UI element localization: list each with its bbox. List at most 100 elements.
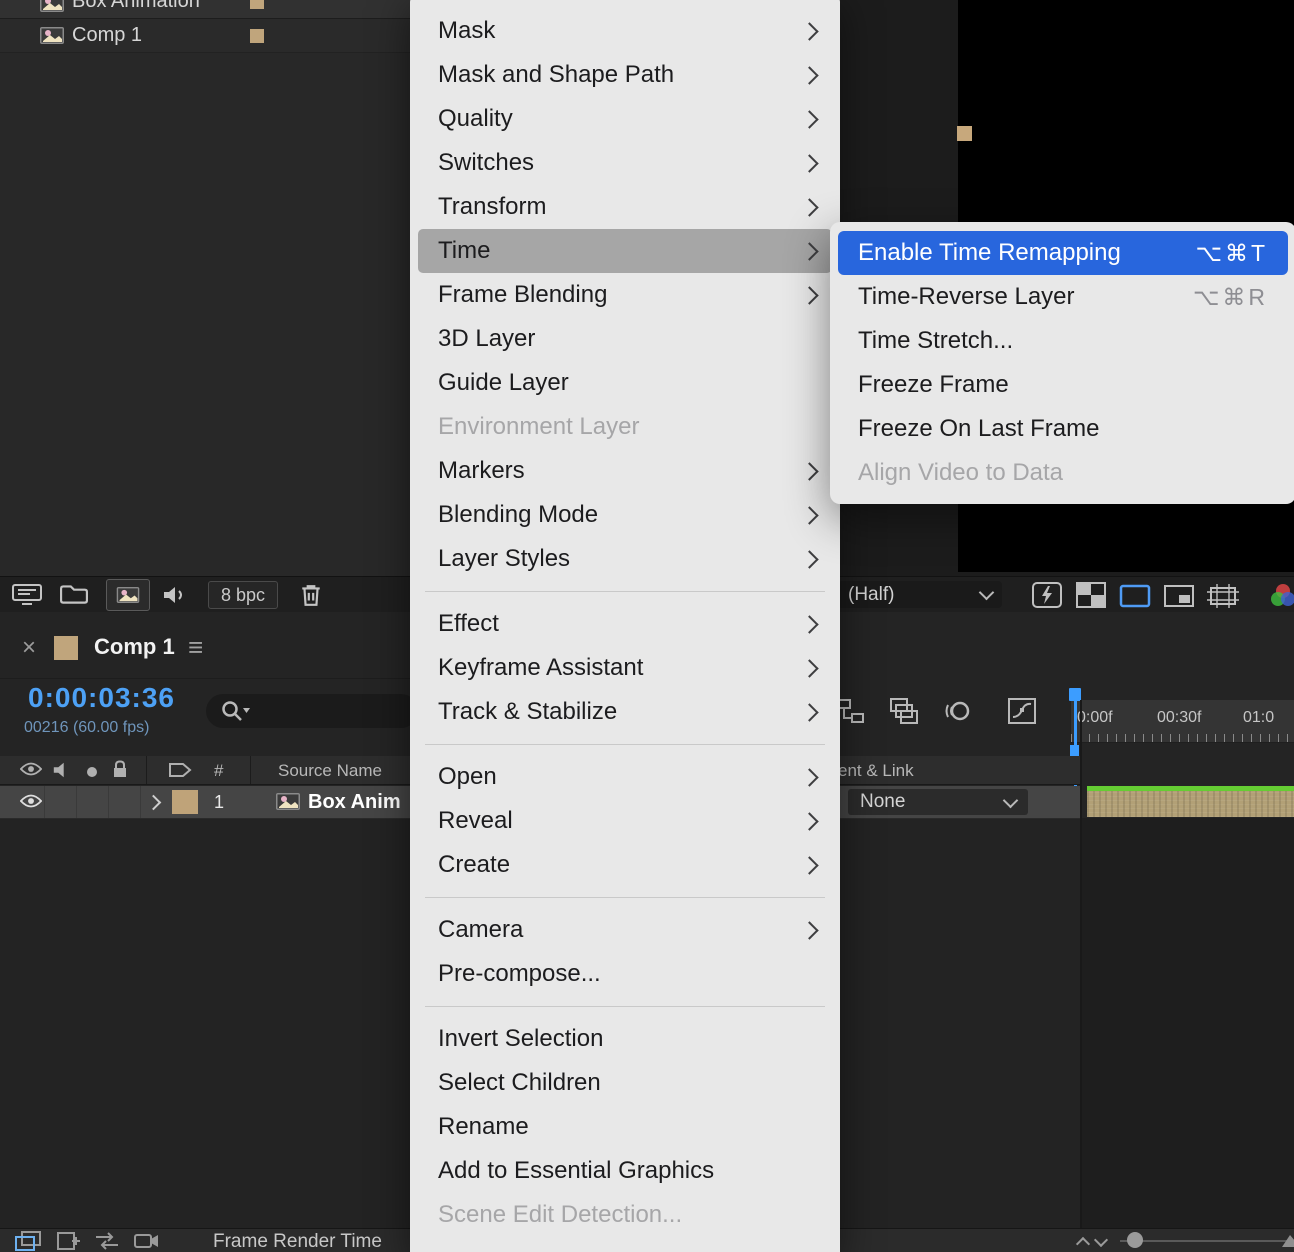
menu-item-switches[interactable]: Switches — [418, 141, 832, 185]
number-column-header[interactable]: # — [214, 761, 223, 781]
chevron-down-icon[interactable] — [1093, 1232, 1109, 1248]
label-color-swatch[interactable] — [250, 28, 264, 43]
menu-item-mask-and-shape-path[interactable]: Mask and Shape Path — [418, 53, 832, 97]
chevron-up-icon[interactable] — [1075, 1236, 1091, 1252]
close-tab-icon[interactable]: × — [22, 634, 36, 662]
submenu-chevron-icon — [800, 21, 819, 41]
fast-previews-icon[interactable] — [1032, 582, 1062, 613]
track-empty-area — [1082, 818, 1294, 1228]
label-color-swatch[interactable] — [250, 0, 264, 9]
trash-icon[interactable] — [300, 583, 322, 612]
speaker-icon[interactable] — [162, 586, 188, 609]
source-name-column-header[interactable]: Source Name — [278, 761, 382, 781]
menu-item-add-to-essential-graphics[interactable]: Add to Essential Graphics — [418, 1149, 832, 1193]
menu-item-effect[interactable]: Effect — [418, 602, 832, 646]
ruler-tick-label: 0:00f — [1077, 709, 1113, 726]
ruler-tick-label: 00:30f — [1157, 709, 1202, 726]
menu-separator — [425, 897, 825, 898]
zoom-slider-track[interactable] — [1120, 1240, 1294, 1242]
zoom-slider-knob[interactable] — [1127, 1232, 1143, 1248]
menu-item-create[interactable]: Create — [418, 843, 832, 887]
menu-item-time[interactable]: Time — [418, 229, 832, 273]
submenu-chevron-icon — [800, 549, 819, 569]
region-of-interest-icon[interactable] — [1119, 584, 1151, 613]
menu-item-blending-mode[interactable]: Blending Mode — [418, 493, 832, 537]
solo-column-icon[interactable] — [86, 765, 98, 783]
frame-render-time-label[interactable]: Frame Render Time — [213, 1231, 382, 1252]
layer-label-swatch[interactable] — [172, 790, 198, 814]
shortcut-label: ⌥⌘T — [1195, 239, 1268, 266]
menu-item-mask[interactable]: Mask — [418, 9, 832, 53]
menu-item-quality[interactable]: Quality — [418, 97, 832, 141]
safe-margins-icon[interactable] — [1207, 584, 1239, 613]
chevron-down-icon — [978, 584, 995, 601]
resolution-dropdown[interactable]: (Half) — [838, 581, 1002, 608]
menu-item-rename[interactable]: Rename — [418, 1105, 832, 1149]
menu-item-invert-selection[interactable]: Invert Selection — [418, 1017, 832, 1061]
motion-blur-icon[interactable] — [943, 698, 971, 729]
frame-rate-info: 00216 (60.00 fps) — [24, 719, 150, 736]
composition-icon — [40, 27, 64, 49]
menu-item-reveal[interactable]: Reveal — [418, 799, 832, 843]
menu-separator — [425, 1006, 825, 1007]
submenu-item-freeze-on-last-frame[interactable]: Freeze On Last Frame — [838, 407, 1288, 451]
submenu-item-enable-time-remapping[interactable]: Enable Time Remapping ⌥⌘T — [838, 231, 1288, 275]
submenu-item-time-reverse-layer[interactable]: Time-Reverse Layer ⌥⌘R — [838, 275, 1288, 319]
menu-item-open[interactable]: Open — [418, 755, 832, 799]
menu-item-markers[interactable]: Markers — [418, 449, 832, 493]
new-composition-button[interactable] — [106, 579, 150, 611]
current-time-display[interactable]: 0:00:03:36 — [28, 682, 175, 714]
project-flowchart-icon[interactable] — [12, 584, 42, 611]
after-effects-window: Box Animation Comp 1 8 bpc (Half) × Comp… — [0, 0, 1294, 1252]
panel-menu-icon[interactable]: ≡ — [188, 632, 203, 663]
menu-separator — [425, 591, 825, 592]
menu-item-select-children[interactable]: Select Children — [418, 1061, 832, 1105]
frame-blending-icon[interactable] — [890, 698, 918, 729]
menu-item-frame-blending[interactable]: Frame Blending — [418, 273, 832, 317]
timeline-search-input[interactable] — [206, 694, 418, 728]
eye-column-icon[interactable] — [19, 761, 43, 782]
menu-item-camera[interactable]: Camera — [418, 908, 832, 952]
comp-layer-square[interactable] — [957, 126, 972, 141]
layer-name[interactable]: Box Anim — [308, 791, 401, 814]
layer-expand-chevron-icon[interactable] — [145, 794, 162, 811]
time-ruler[interactable]: 0:00f 00:30f 01:0 — [1070, 700, 1294, 743]
ruler-tick-label: 01:0 — [1243, 709, 1275, 726]
menu-item-scene-edit-detection: Scene Edit Detection... — [438, 1201, 683, 1228]
layer-visibility-eye-icon[interactable] — [19, 793, 43, 814]
comp-flowchart-icon[interactable] — [838, 698, 864, 729]
layer-duration-bar[interactable] — [1087, 791, 1294, 817]
menu-item-pre-compose[interactable]: Pre-compose... — [418, 952, 832, 996]
search-icon — [222, 701, 250, 721]
toggle-switches-icon[interactable] — [56, 1231, 82, 1252]
menu-item-transform[interactable]: Transform — [418, 185, 832, 229]
menu-item-track-stabilize[interactable]: Track & Stabilize — [418, 690, 832, 734]
zoom-in-mountains-icon[interactable] — [1282, 1231, 1294, 1252]
panel-divider[interactable] — [1080, 700, 1082, 1228]
toggle-transfer-controls-icon[interactable] — [14, 1231, 42, 1252]
menu-item-guide-layer[interactable]: Guide Layer — [418, 361, 832, 405]
menu-item-3d-layer[interactable]: 3D Layer — [418, 317, 832, 361]
color-depth-button[interactable]: 8 bpc — [208, 581, 279, 609]
lock-column-icon[interactable] — [112, 760, 128, 784]
render-camera-icon[interactable] — [134, 1231, 160, 1252]
graph-editor-icon[interactable] — [1008, 698, 1036, 729]
guide-options-icon[interactable] — [1163, 584, 1195, 613]
new-folder-icon[interactable] — [60, 584, 88, 609]
resolution-value: (Half) — [848, 583, 895, 605]
submenu-chevron-icon — [800, 767, 819, 787]
parent-link-column-header[interactable]: ent & Link — [838, 761, 914, 781]
channel-color-icon[interactable] — [1268, 582, 1294, 613]
submenu-chevron-icon — [800, 197, 819, 217]
audio-column-icon[interactable] — [52, 761, 70, 784]
in-out-columns-icon[interactable] — [94, 1231, 120, 1252]
menu-item-keyframe-assistant[interactable]: Keyframe Assistant — [418, 646, 832, 690]
transparency-grid-icon[interactable] — [1076, 582, 1106, 613]
project-item-label: Comp 1 — [72, 24, 143, 46]
timeline-tab-title[interactable]: Comp 1 — [94, 634, 175, 660]
submenu-item-time-stretch[interactable]: Time Stretch... — [838, 319, 1288, 363]
parent-link-dropdown[interactable]: None — [848, 789, 1028, 815]
submenu-item-freeze-frame[interactable]: Freeze Frame — [838, 363, 1288, 407]
label-column-icon[interactable] — [168, 763, 192, 782]
menu-item-layer-styles[interactable]: Layer Styles — [418, 537, 832, 581]
